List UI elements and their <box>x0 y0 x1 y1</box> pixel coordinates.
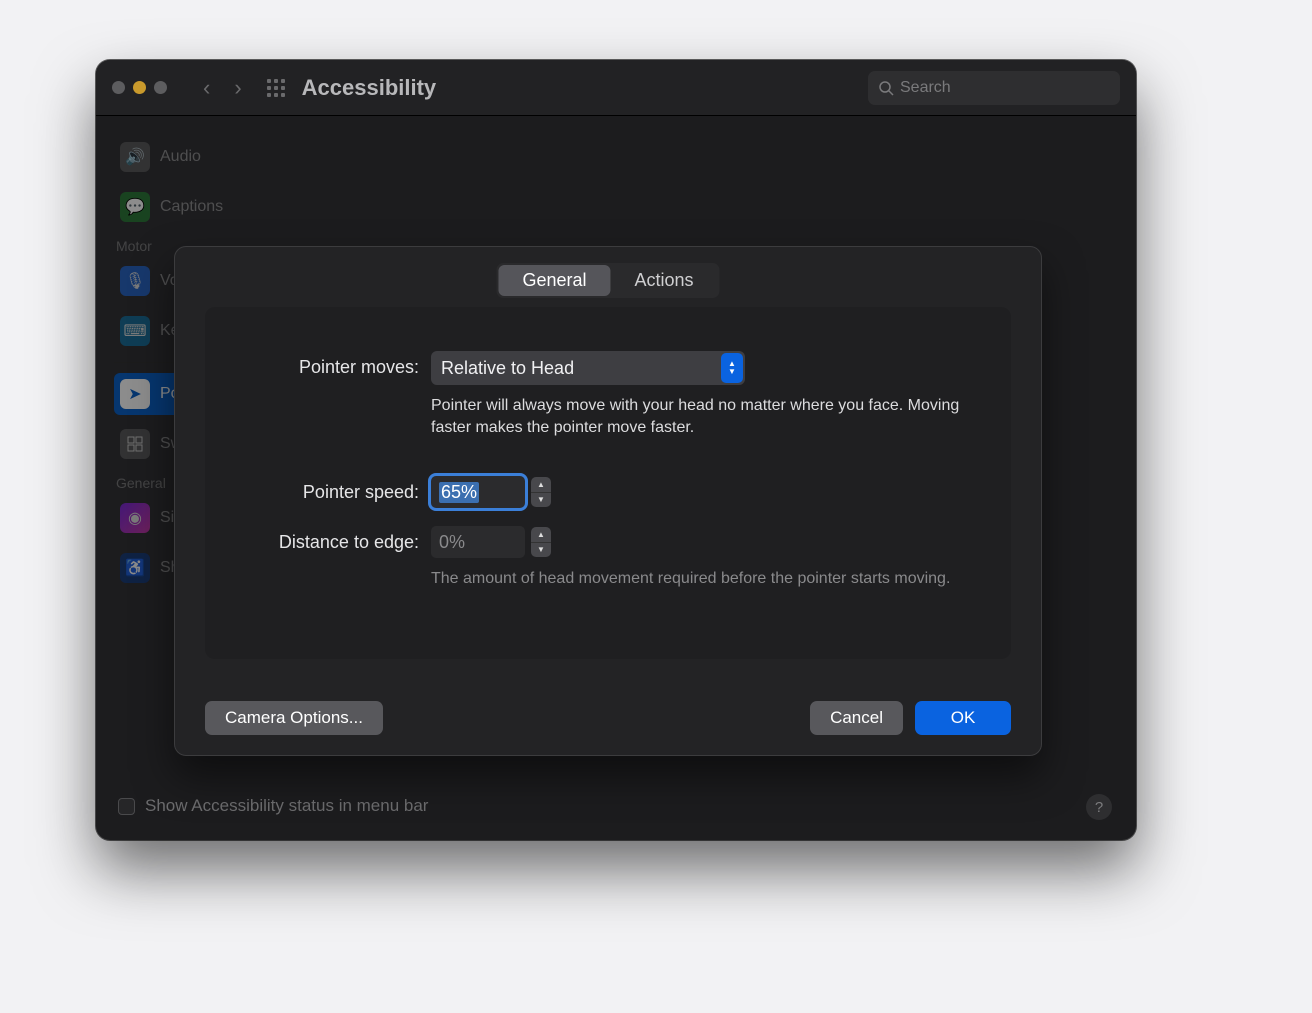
pointer-icon: ➤ <box>120 379 150 409</box>
zoom-window-button[interactable] <box>154 81 167 94</box>
stepper-down-icon[interactable]: ▼ <box>531 493 551 508</box>
sidebar-item-label: Captions <box>160 198 223 216</box>
show-all-icon[interactable] <box>266 78 286 98</box>
keyboard-icon: ⌨ <box>120 316 150 346</box>
pointer-moves-dropdown[interactable]: Relative to Head ▲▼ <box>431 351 745 385</box>
cancel-button[interactable]: Cancel <box>810 701 903 735</box>
distance-to-edge-value: 0% <box>439 532 465 553</box>
search-placeholder: Search <box>900 79 951 97</box>
shortcut-icon: ♿ <box>120 553 150 583</box>
minimize-window-button[interactable] <box>133 81 146 94</box>
pointer-speed-label: Pointer speed: <box>235 476 431 503</box>
sheet-footer: Camera Options... Cancel OK <box>205 701 1011 735</box>
ok-button[interactable]: OK <box>915 701 1011 735</box>
voice-icon: 🎙 <box>120 266 150 296</box>
search-field[interactable]: Search <box>868 71 1120 105</box>
options-sheet: General Actions Pointer moves: Relative … <box>174 246 1042 756</box>
help-button[interactable]: ? <box>1086 794 1112 820</box>
sidebar-item-label: Audio <box>160 148 201 166</box>
audio-icon: 🔊 <box>120 142 150 172</box>
preferences-window: ‹ › Accessibility Search 🔊 Audio 💬 Capti… <box>96 60 1136 840</box>
stepper-up-icon[interactable]: ▲ <box>531 477 551 493</box>
chevron-up-down-icon: ▲▼ <box>721 353 743 383</box>
pointer-moves-help: Pointer will always move with your head … <box>431 395 981 438</box>
row-pointer-moves: Pointer moves: Relative to Head ▲▼ Point… <box>235 351 981 438</box>
siri-icon: ◉ <box>120 503 150 533</box>
pointer-moves-value: Relative to Head <box>441 358 574 379</box>
tab-general[interactable]: General <box>498 265 610 296</box>
show-status-label: Show Accessibility status in menu bar <box>145 796 428 816</box>
row-distance-to-edge: Distance to edge: 0% ▲ ▼ The amount of h… <box>235 526 981 590</box>
window-controls <box>112 81 167 94</box>
forward-button[interactable]: › <box>234 75 241 101</box>
distance-to-edge-help: The amount of head movement required bef… <box>431 568 981 590</box>
captions-icon: 💬 <box>120 192 150 222</box>
switch-icon <box>120 429 150 459</box>
back-button[interactable]: ‹ <box>203 75 210 101</box>
toolbar: ‹ › Accessibility Search <box>96 60 1136 116</box>
sidebar-item-captions[interactable]: 💬 Captions <box>114 186 302 228</box>
pointer-speed-value: 65% <box>439 482 479 503</box>
pointer-moves-label: Pointer moves: <box>235 351 431 378</box>
distance-to-edge-stepper[interactable]: ▲ ▼ <box>531 527 551 557</box>
general-panel: Pointer moves: Relative to Head ▲▼ Point… <box>205 307 1011 659</box>
tab-actions[interactable]: Actions <box>611 265 718 296</box>
distance-to-edge-label: Distance to edge: <box>235 526 431 553</box>
nav-arrows: ‹ › <box>203 75 242 101</box>
search-icon <box>878 80 894 96</box>
show-status-checkbox[interactable] <box>118 798 135 815</box>
show-status-checkbox-row: Show Accessibility status in menu bar <box>118 796 428 816</box>
close-window-button[interactable] <box>112 81 125 94</box>
stepper-down-icon[interactable]: ▼ <box>531 543 551 558</box>
sidebar-item-audio[interactable]: 🔊 Audio <box>114 136 302 178</box>
distance-to-edge-input[interactable]: 0% <box>431 526 525 558</box>
window-title: Accessibility <box>302 75 437 101</box>
pointer-speed-input[interactable]: 65% <box>431 476 525 508</box>
pointer-speed-stepper[interactable]: ▲ ▼ <box>531 477 551 507</box>
row-pointer-speed: Pointer speed: 65% ▲ ▼ <box>235 476 981 508</box>
camera-options-button[interactable]: Camera Options... <box>205 701 383 735</box>
segmented-tabs: General Actions <box>496 263 719 298</box>
stepper-up-icon[interactable]: ▲ <box>531 527 551 543</box>
